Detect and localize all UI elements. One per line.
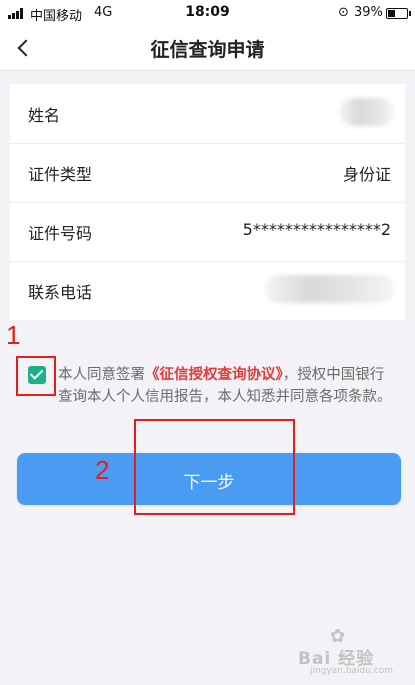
agreement-text: 本人同意签署《征信授权查询协议》，授权中国银行查询本人个人信用报告，本人知悉并同… <box>58 364 394 408</box>
phone-value-blurred <box>265 275 395 303</box>
watermark-url: jingyan.baidu.com <box>310 666 394 676</box>
annotation-box-2 <box>134 419 295 515</box>
id-number-label: 证件号码 <box>28 224 93 243</box>
page-title: 征信查询申请 <box>150 39 265 61</box>
battery-percent: 39% <box>354 5 383 20</box>
agreement-text-before: 本人同意签署 <box>58 367 145 383</box>
baidu-jingyan-watermark: ✿ Bai 经验 jingyan.baidu.com <box>296 626 408 678</box>
status-bar: 中国移动 4G 18:09 ⊙ 39% <box>0 0 415 26</box>
id-type-label: 证件类型 <box>28 165 93 184</box>
name-label: 姓名 <box>28 106 61 125</box>
form-row-name: 姓名 <box>10 84 405 144</box>
agreement-checkbox[interactable] <box>28 366 46 384</box>
id-number-value: 5****************2 <box>242 220 391 239</box>
applicant-info-card: 姓名 证件类型 身份证 证件号码 5****************2 联系电话 <box>10 84 405 320</box>
form-row-phone: 联系电话 <box>10 261 405 320</box>
battery-icon <box>386 8 411 19</box>
orientation-lock-icon: ⊙ <box>338 5 349 20</box>
phone-label: 联系电话 <box>28 283 93 302</box>
form-row-id-type: 证件类型 身份证 <box>10 143 405 203</box>
battery-level <box>388 10 395 17</box>
agreement-link[interactable]: 《征信授权查询协议》 <box>145 367 283 383</box>
annotation-number-1: 1 <box>6 320 21 350</box>
form-row-id-number: 证件号码 5****************2 <box>10 202 405 262</box>
nav-bar: 征信查询申请 <box>0 26 415 71</box>
annotation-number-2: 2 <box>95 455 110 485</box>
name-value-blurred <box>340 98 395 126</box>
id-type-value: 身份证 <box>342 165 391 184</box>
status-time: 18:09 <box>185 4 230 20</box>
